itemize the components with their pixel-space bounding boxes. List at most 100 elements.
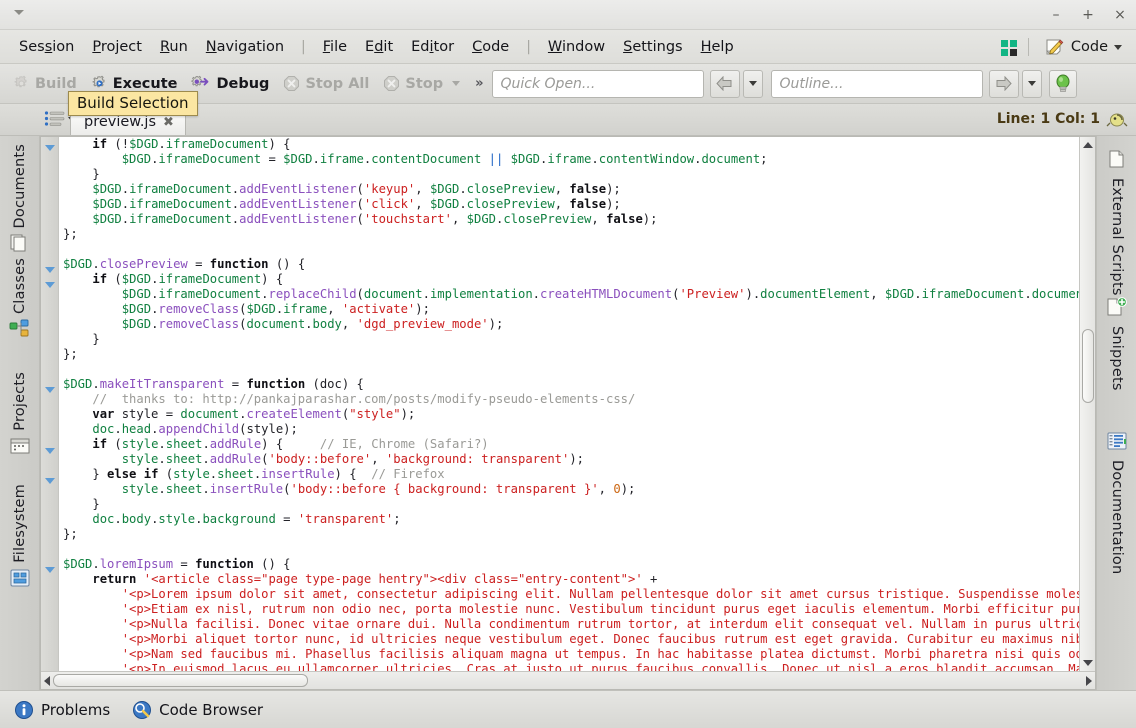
code-token: }; xyxy=(63,527,78,541)
menu-file[interactable]: File xyxy=(314,35,356,59)
stop-octagon-icon xyxy=(383,75,400,92)
wasp-icon[interactable] xyxy=(1106,109,1128,135)
minimize-button[interactable]: – xyxy=(1048,7,1064,23)
fold-toggle-icon[interactable] xyxy=(45,387,55,393)
sidebar-item-documentation[interactable]: Documentation xyxy=(1097,426,1136,574)
close-button[interactable]: × xyxy=(1112,7,1128,23)
menu-code[interactable]: Code xyxy=(463,35,518,59)
navigate-forward-dropdown[interactable] xyxy=(1022,70,1042,98)
code-text-area[interactable]: if (!$DGD.iframeDocument) { $DGD.iframeD… xyxy=(59,137,1079,671)
debug-button-label: Debug xyxy=(216,76,269,92)
code-token: createHTMLDocument xyxy=(540,287,672,301)
grid-layout-icon[interactable] xyxy=(1001,39,1018,56)
vertical-scroll-thumb[interactable] xyxy=(1082,329,1094,403)
code-token: ( xyxy=(158,467,173,481)
fold-toggle-icon[interactable] xyxy=(45,267,55,273)
fold-toggle-icon[interactable] xyxy=(45,145,55,151)
code-token: ( xyxy=(357,197,364,211)
menu-run[interactable]: Run xyxy=(151,35,197,59)
code-token: = xyxy=(224,377,246,391)
code-token: // thanks to: http://pankajparashar.com/… xyxy=(92,392,635,406)
stop-all-button: Stop All xyxy=(276,71,376,96)
sidebar-item-external-scripts[interactable]: External Scripts xyxy=(1097,144,1136,296)
menu-window[interactable]: Window xyxy=(539,35,614,59)
horizontal-scroll-thumb[interactable] xyxy=(53,674,308,687)
outline-input[interactable]: Outline... xyxy=(771,70,983,98)
sidebar-item-filesystem[interactable]: Filesystem xyxy=(0,484,40,597)
code-token: closePreview xyxy=(503,212,591,226)
arrow-left-icon xyxy=(716,76,733,91)
code-token xyxy=(63,407,92,421)
code-token: , xyxy=(452,212,467,226)
sidebar-item-documents[interactable]: Documents xyxy=(0,144,40,262)
code-line: }; xyxy=(63,227,1079,242)
menu-help[interactable]: Help xyxy=(692,35,743,59)
scroll-right-arrow-icon[interactable] xyxy=(1086,676,1092,686)
window-menu-caret-icon[interactable] xyxy=(14,10,24,15)
mode-chip-code[interactable]: Code xyxy=(1039,34,1128,60)
menu-bar: SessionProjectRunNavigation|FileEditEdit… xyxy=(0,30,1136,64)
documentation-icon xyxy=(1106,431,1128,455)
code-token: $DGD xyxy=(430,197,459,211)
code-token: ; xyxy=(760,152,767,166)
maximize-button[interactable]: + xyxy=(1080,7,1096,23)
code-token: . xyxy=(158,482,165,496)
code-token: style xyxy=(122,437,159,451)
code-token: iframeDocument xyxy=(166,137,269,151)
menu-edit[interactable]: Edit xyxy=(356,35,402,59)
window-controls: – + × xyxy=(1048,0,1128,30)
code-token: function xyxy=(195,557,254,571)
status-problems[interactable]: Problems xyxy=(10,697,120,723)
sidebar-item-filesystem-label: Filesystem xyxy=(12,484,28,563)
chevron-down-icon[interactable] xyxy=(452,81,460,86)
status-code-browser[interactable]: Code Browser xyxy=(128,697,273,723)
scroll-up-arrow-icon[interactable] xyxy=(1083,142,1093,148)
fold-toggle-icon[interactable] xyxy=(45,282,55,288)
code-token: ( xyxy=(107,437,122,451)
sidebar-item-classes[interactable]: Classes xyxy=(0,258,40,348)
menu-session[interactable]: Session xyxy=(10,35,83,59)
code-token: } xyxy=(63,467,107,481)
fold-toggle-icon[interactable] xyxy=(45,478,55,484)
menu-editor[interactable]: Editor xyxy=(402,35,463,59)
code-token: $DGD xyxy=(122,302,151,316)
code-token: $DGD xyxy=(92,182,121,196)
code-token: 'activate' xyxy=(342,302,415,316)
menu-settings[interactable]: Settings xyxy=(614,35,692,59)
code-token: return xyxy=(92,572,136,586)
fold-gutter[interactable] xyxy=(41,137,59,671)
editor-horizontal-scrollbar[interactable] xyxy=(41,671,1095,689)
navigate-back-button[interactable] xyxy=(710,70,740,98)
code-line: }; xyxy=(63,527,1079,542)
scroll-left-arrow-icon[interactable] xyxy=(44,676,50,686)
code-token: '<p>Etiam ex nisl, rutrum non odio nec, … xyxy=(122,602,1079,616)
tab-close-icon[interactable]: ✖ xyxy=(163,115,174,130)
code-token: document xyxy=(180,407,239,421)
code-token: $DGD xyxy=(885,287,914,301)
editor-vertical-scrollbar[interactable] xyxy=(1079,137,1095,671)
code-token: '<p>Lorem ipsum dolor sit amet, consecte… xyxy=(122,587,1079,601)
toolbar-overflow-button[interactable]: » xyxy=(467,76,491,91)
scroll-down-arrow-icon[interactable] xyxy=(1083,660,1093,666)
fold-toggle-icon[interactable] xyxy=(45,448,55,454)
sidebar-item-classes-label: Classes xyxy=(12,258,28,314)
code-token: '<p>Nam sed faucibus mi. Phasellus facil… xyxy=(122,647,1079,661)
hints-button[interactable] xyxy=(1049,70,1077,98)
navigate-back-dropdown[interactable] xyxy=(743,70,763,98)
navigate-forward-button[interactable] xyxy=(989,70,1019,98)
code-token: ( xyxy=(357,287,364,301)
menu-navigation[interactable]: Navigation xyxy=(197,35,293,59)
quick-open-input[interactable]: Quick Open... xyxy=(492,70,704,98)
code-token xyxy=(63,617,122,631)
sidebar-item-snippets[interactable]: Snippets xyxy=(1097,292,1136,391)
code-token: addEventListener xyxy=(239,212,356,226)
code-line: '<p>In euismod lacus eu ullamcorper ultr… xyxy=(63,662,1079,671)
debug-button[interactable]: Debug xyxy=(184,71,276,96)
sidebar-item-projects[interactable]: Projects xyxy=(0,372,40,465)
code-token: if xyxy=(144,467,159,481)
code-line: '<p>Nulla facilisi. Donec vitae ornare d… xyxy=(63,617,1079,632)
gear-icon xyxy=(13,75,30,92)
menu-project[interactable]: Project xyxy=(83,35,151,59)
code-token: . xyxy=(1024,287,1031,301)
fold-toggle-icon[interactable] xyxy=(45,567,55,573)
